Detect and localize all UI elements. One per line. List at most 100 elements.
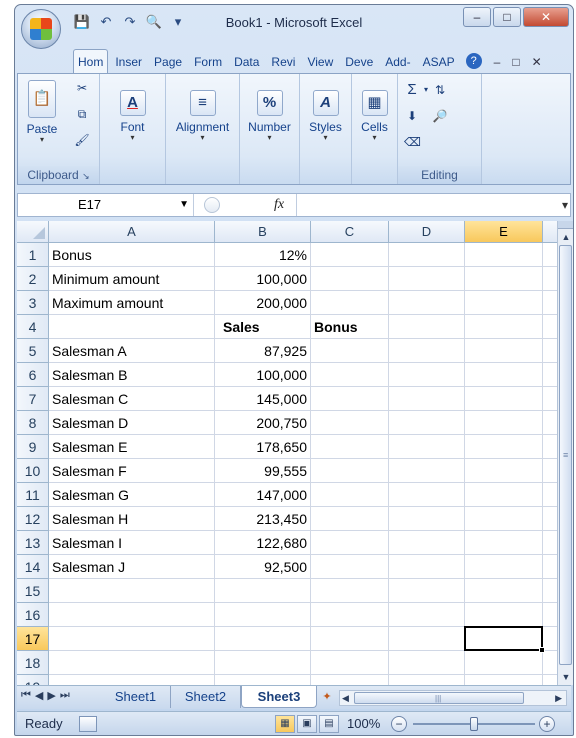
cell-b6[interactable]: 100,000 (215, 363, 311, 387)
styles-button[interactable]: A Styles ▾ (300, 90, 351, 142)
column-header-b[interactable]: B (215, 221, 311, 243)
cell-d8[interactable] (389, 411, 465, 435)
column-header-a[interactable]: A (49, 221, 215, 243)
cell-c7[interactable] (311, 387, 389, 411)
row-header[interactable]: 12 (17, 507, 49, 531)
cell-c17[interactable] (311, 627, 389, 651)
sheet-tab-sheet1[interactable]: Sheet1 (101, 686, 171, 708)
cell-f16[interactable] (543, 603, 557, 627)
cell-d10[interactable] (389, 459, 465, 483)
cell-c1[interactable] (311, 243, 389, 267)
cell-c14[interactable] (311, 555, 389, 579)
cell-f18[interactable] (543, 651, 557, 675)
first-sheet-icon[interactable]: ⏮ (21, 689, 31, 702)
cell-f19[interactable] (543, 675, 557, 685)
cell-d12[interactable] (389, 507, 465, 531)
cell-f5[interactable] (543, 339, 557, 363)
column-header-next[interactable] (543, 221, 557, 243)
row-header[interactable]: 3 (17, 291, 49, 315)
row-header[interactable]: 4 (17, 315, 49, 339)
cells-button[interactable]: ▦ Cells ▾ (352, 90, 397, 142)
cell-a6[interactable]: Salesman B (49, 363, 215, 387)
ribbon-close-icon[interactable]: ✕ (532, 55, 542, 69)
row-header[interactable]: 15 (17, 579, 49, 603)
cell-a11[interactable]: Salesman G (49, 483, 215, 507)
cut-icon[interactable]: ✂ (74, 80, 90, 96)
worksheet-grid[interactable]: A B C D E 1 Bonus 12% 2 Minimum amount 100,000 3 Max… (17, 221, 557, 685)
cell-e3[interactable] (465, 291, 543, 315)
normal-view-icon[interactable]: ▦ (275, 715, 295, 733)
tab-home[interactable]: Hom (73, 49, 109, 73)
cell-a13[interactable]: Salesman I (49, 531, 215, 555)
insert-sheet-icon[interactable]: ✦ (317, 689, 337, 705)
cell-b1[interactable]: 12% (215, 243, 311, 267)
row-header[interactable]: 18 (17, 651, 49, 675)
row-header[interactable]: 19 (17, 675, 49, 685)
cell-f6[interactable] (543, 363, 557, 387)
cell-e15[interactable] (465, 579, 543, 603)
cell-c18[interactable] (311, 651, 389, 675)
cell-d5[interactable] (389, 339, 465, 363)
formula-input[interactable] (296, 194, 552, 216)
cell-e10[interactable] (465, 459, 543, 483)
sort-filter-icon[interactable]: ⇅ (432, 82, 448, 98)
cell-a8[interactable]: Salesman D (49, 411, 215, 435)
cell-a4[interactable] (49, 315, 215, 339)
cell-d15[interactable] (389, 579, 465, 603)
cell-e5[interactable] (465, 339, 543, 363)
cell-e11[interactable] (465, 483, 543, 507)
vertical-scroll-thumb[interactable]: ≡ (559, 245, 572, 665)
cell-f12[interactable] (543, 507, 557, 531)
cell-f14[interactable] (543, 555, 557, 579)
cell-e8[interactable] (465, 411, 543, 435)
cell-e19[interactable] (465, 675, 543, 685)
cell-a19[interactable] (49, 675, 215, 685)
row-header[interactable]: 7 (17, 387, 49, 411)
row-header[interactable]: 10 (17, 459, 49, 483)
clear-icon[interactable]: ⌫ (404, 134, 421, 150)
cell-a7[interactable]: Salesman C (49, 387, 215, 411)
insert-function-icon[interactable]: fx (274, 194, 284, 216)
close-button[interactable]: ✕ (523, 7, 569, 27)
row-header[interactable]: 6 (17, 363, 49, 387)
page-break-view-icon[interactable]: ▤ (319, 715, 339, 733)
split-box[interactable] (558, 221, 573, 229)
column-header-e[interactable]: E (465, 221, 543, 243)
record-macro-icon[interactable] (79, 716, 97, 732)
cell-b9[interactable]: 178,650 (215, 435, 311, 459)
cell-c16[interactable] (311, 603, 389, 627)
zoom-level[interactable]: 100% (347, 712, 380, 735)
horizontal-scroll-thumb[interactable]: ||| (354, 692, 524, 704)
zoom-in-icon[interactable]: + (539, 716, 555, 732)
cell-b11[interactable]: 147,000 (215, 483, 311, 507)
alignment-button[interactable]: ≡ Alignment ▾ (166, 90, 239, 142)
cell-f4[interactable] (543, 315, 557, 339)
formula-divider-handle[interactable] (204, 197, 220, 213)
cell-a2[interactable]: Minimum amount (49, 267, 215, 291)
paste-button[interactable]: 📋 Paste ▾ (22, 80, 62, 144)
cell-e6[interactable] (465, 363, 543, 387)
column-header-c[interactable]: C (311, 221, 389, 243)
tab-add-ins[interactable]: Add- (380, 49, 415, 73)
cell-b10[interactable]: 99,555 (215, 459, 311, 483)
cell-b5[interactable]: 87,925 (215, 339, 311, 363)
cell-f11[interactable] (543, 483, 557, 507)
cell-a12[interactable]: Salesman H (49, 507, 215, 531)
cell-b3[interactable]: 200,000 (215, 291, 311, 315)
cell-a17[interactable] (49, 627, 215, 651)
cell-c4[interactable]: Bonus (311, 315, 389, 339)
cell-f8[interactable] (543, 411, 557, 435)
row-header[interactable]: 9 (17, 435, 49, 459)
row-header[interactable]: 11 (17, 483, 49, 507)
cell-a15[interactable] (49, 579, 215, 603)
cell-c13[interactable] (311, 531, 389, 555)
tab-page-layout[interactable]: Page (149, 49, 187, 73)
chevron-down-icon[interactable]: ▼ (179, 194, 189, 216)
cell-c10[interactable] (311, 459, 389, 483)
cell-c3[interactable] (311, 291, 389, 315)
cell-b16[interactable] (215, 603, 311, 627)
cell-a10[interactable]: Salesman F (49, 459, 215, 483)
vertical-scrollbar[interactable]: ▲ ≡ ▼ (557, 221, 573, 685)
column-header-d[interactable]: D (389, 221, 465, 243)
cell-a1[interactable]: Bonus (49, 243, 215, 267)
